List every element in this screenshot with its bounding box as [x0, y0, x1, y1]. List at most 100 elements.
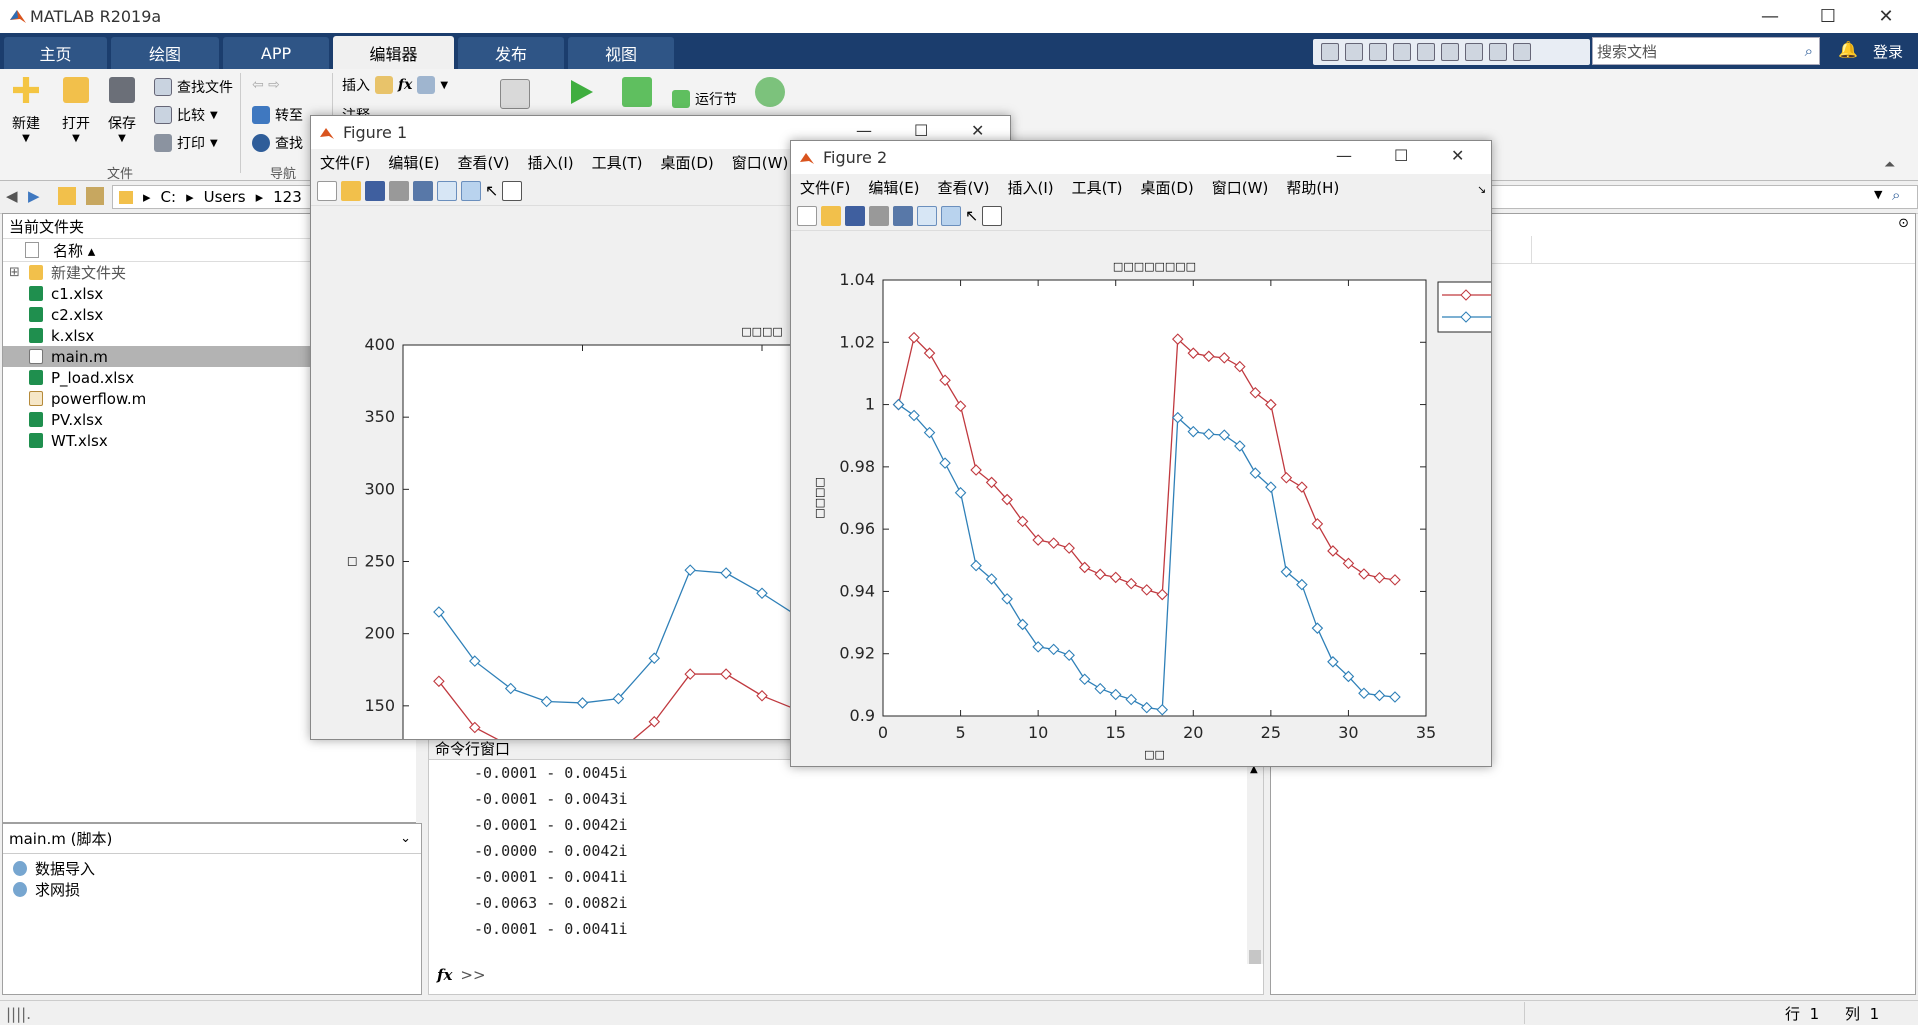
path-users[interactable]: Users: [204, 188, 246, 206]
cut-icon[interactable]: [1345, 43, 1363, 61]
figure2-close-button[interactable]: ✕: [1451, 146, 1464, 165]
open-button[interactable]: 打开 ▼: [62, 77, 90, 144]
browse-icon[interactable]: [86, 187, 104, 205]
run-and-advance-button[interactable]: [622, 77, 652, 107]
fx-icon[interactable]: fx: [437, 966, 452, 984]
undo-icon[interactable]: [1417, 43, 1435, 61]
back-icon[interactable]: ◀: [6, 187, 18, 205]
figure-menu-item[interactable]: 窗口(W): [1203, 177, 1278, 198]
collapse-ribbon-icon[interactable]: ⏶: [1884, 157, 1895, 173]
indent-icon[interactable]: [500, 79, 530, 109]
minimize-button[interactable]: —: [1742, 0, 1798, 33]
run-and-time-button[interactable]: [755, 77, 785, 107]
pointer-icon[interactable]: ↖: [485, 181, 498, 200]
link-plot-icon[interactable]: [413, 180, 433, 201]
switch-windows-icon[interactable]: [1465, 43, 1483, 61]
close-button[interactable]: ✕: [1858, 0, 1914, 33]
new-button[interactable]: 新建 ▼: [12, 77, 40, 144]
expand-icon[interactable]: ⊞: [9, 265, 20, 280]
path-search-icon[interactable]: ⌕: [1892, 186, 1900, 204]
find-button[interactable]: 查找: [252, 133, 303, 153]
property-inspector-icon[interactable]: [982, 205, 1003, 226]
figure-menu-item[interactable]: 工具(T): [583, 152, 652, 173]
find-files-button[interactable]: 查找文件: [154, 77, 233, 97]
figure2-maximize-button[interactable]: ☐: [1394, 146, 1408, 165]
new-figure-icon[interactable]: [317, 180, 337, 201]
figure-menu-item[interactable]: 编辑(E): [859, 177, 928, 198]
dock-arrow-icon[interactable]: ↘: [1477, 183, 1486, 196]
copy-icon[interactable]: [1369, 43, 1387, 61]
paste-icon[interactable]: [1393, 43, 1411, 61]
chevron-down-icon[interactable]: ⌄: [400, 831, 411, 846]
legend-icon[interactable]: [461, 180, 481, 201]
property-inspector-icon[interactable]: [502, 180, 523, 201]
help-icon[interactable]: [1489, 43, 1507, 61]
up-folder-icon[interactable]: [58, 187, 76, 205]
figure-menu-item[interactable]: 桌面(D): [1132, 177, 1203, 198]
details-header[interactable]: main.m (脚本) ⌄: [3, 824, 421, 854]
tab-plots[interactable]: 绘图: [111, 37, 219, 69]
figure1-maximize-button[interactable]: ☐: [914, 121, 928, 140]
command-prompt[interactable]: fx >>: [437, 966, 486, 984]
details-item[interactable]: 求网损: [3, 879, 421, 900]
dropdown-icon[interactable]: [1513, 43, 1531, 61]
goto-button[interactable]: 转至: [252, 105, 303, 125]
figure-menu-item[interactable]: 插入(I): [999, 177, 1063, 198]
print-button[interactable]: 打印 ▼: [154, 133, 218, 153]
colorbar-icon[interactable]: [917, 205, 937, 226]
save-figure-icon[interactable]: [365, 180, 385, 201]
figure-menu-item[interactable]: 编辑(E): [379, 152, 448, 173]
spreadsheet-icon: [29, 307, 43, 322]
tab-editor[interactable]: 编辑器: [333, 36, 454, 69]
tab-apps[interactable]: APP: [223, 37, 329, 69]
compare-button[interactable]: 比较 ▼: [154, 105, 218, 125]
details-item[interactable]: 数据导入: [3, 858, 421, 879]
command-scrollbar[interactable]: ▲: [1247, 764, 1263, 964]
legend-icon[interactable]: [941, 205, 961, 226]
figure-menu-item[interactable]: 查看(V): [929, 177, 999, 198]
save-figure-icon[interactable]: [845, 205, 865, 226]
tab-home[interactable]: 主页: [4, 37, 107, 69]
path-user[interactable]: 123: [273, 188, 302, 206]
redo-icon[interactable]: [1441, 43, 1459, 61]
run-button[interactable]: [565, 77, 595, 107]
panel-options-icon[interactable]: ⊙: [1898, 216, 1909, 231]
tab-publish[interactable]: 发布: [458, 37, 564, 69]
search-documentation-input[interactable]: 搜索文档 ⌕: [1592, 37, 1820, 65]
path-dropdown-icon[interactable]: ▼: [1874, 188, 1882, 201]
tab-view[interactable]: 视图: [568, 37, 674, 69]
details-item-label: 求网损: [35, 881, 81, 899]
forward-icon[interactable]: ▶: [28, 187, 40, 205]
figure1-minimize-button[interactable]: —: [856, 121, 872, 140]
figure2-minimize-button[interactable]: —: [1336, 146, 1352, 165]
command-output-line: -0.0063 - 0.0082i: [474, 894, 628, 912]
figure-menu-item[interactable]: 文件(F): [311, 152, 379, 173]
figure-menu-item[interactable]: 窗口(W): [723, 152, 798, 173]
file-name: k.xlsx: [51, 326, 95, 345]
figure-menu-item[interactable]: 桌面(D): [652, 152, 723, 173]
bell-icon[interactable]: 🔔: [1838, 40, 1858, 59]
figure-menu-item[interactable]: 查看(V): [449, 152, 519, 173]
save-button[interactable]: 保存 ▼: [108, 77, 136, 144]
path-drive[interactable]: C:: [161, 188, 177, 206]
column-name[interactable]: 名称 ▴: [53, 240, 95, 261]
link-plot-icon[interactable]: [893, 205, 913, 226]
pointer-icon[interactable]: ↖: [965, 206, 978, 225]
figure-menu-item[interactable]: 工具(T): [1063, 177, 1132, 198]
colorbar-icon[interactable]: [437, 180, 457, 201]
new-figure-icon[interactable]: [797, 205, 817, 226]
figure2-toolbar: ↖: [791, 201, 1491, 231]
save-icon[interactable]: [1321, 43, 1339, 61]
figure-menu-item[interactable]: 文件(F): [791, 177, 859, 198]
print-figure-icon[interactable]: [389, 180, 409, 201]
login-link[interactable]: 登录: [1873, 41, 1903, 62]
insert-button[interactable]: 插入 fx ▼: [342, 75, 448, 95]
open-file-icon[interactable]: [821, 205, 841, 226]
figure-menu-item[interactable]: 插入(I): [519, 152, 583, 173]
maximize-button[interactable]: ☐: [1800, 0, 1856, 33]
figure1-close-button[interactable]: ✕: [971, 121, 984, 140]
open-file-icon[interactable]: [341, 180, 361, 201]
run-section-button[interactable]: 运行节: [672, 89, 737, 109]
print-figure-icon[interactable]: [869, 205, 889, 226]
figure-menu-item[interactable]: 帮助(H): [1277, 177, 1348, 198]
